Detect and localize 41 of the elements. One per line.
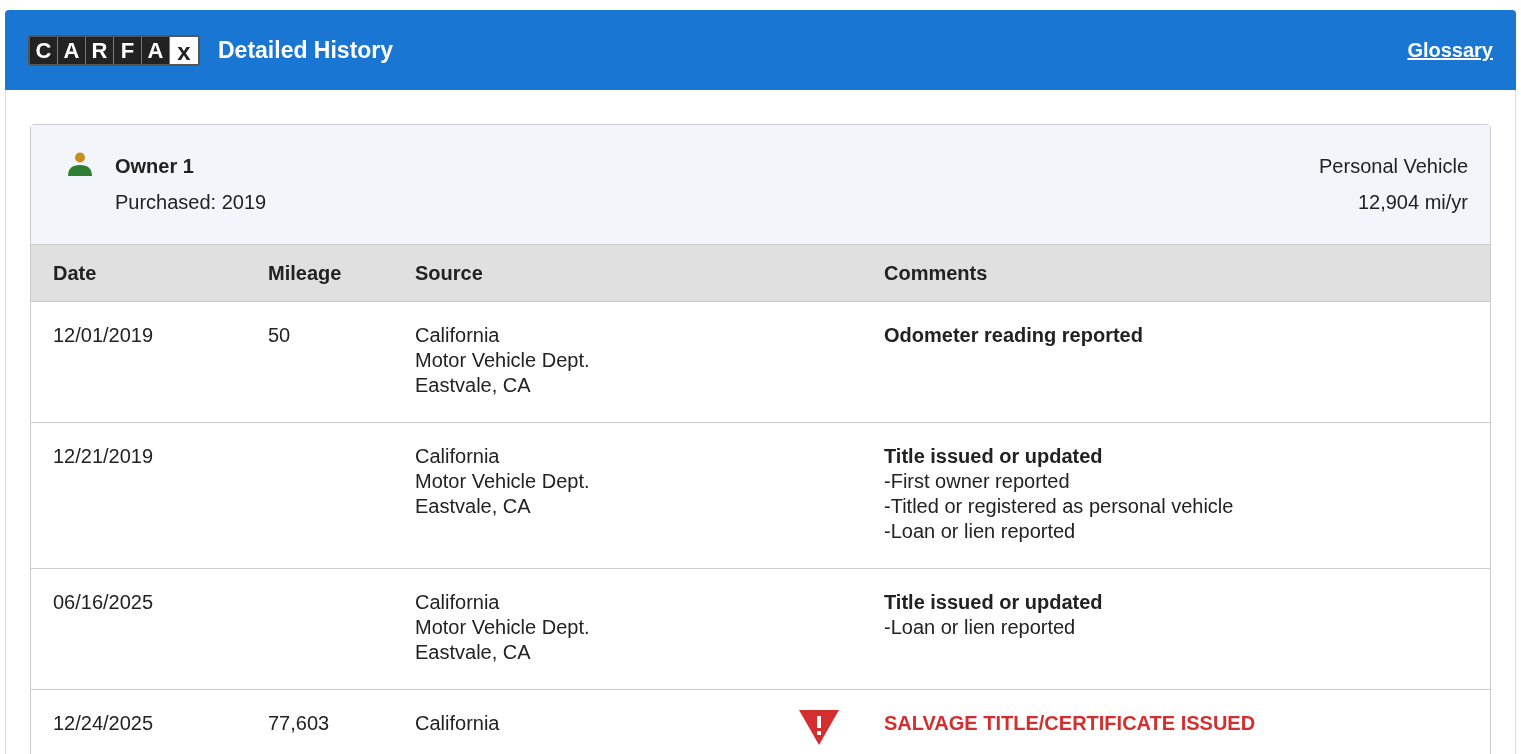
logo-letter: x [170, 36, 198, 64]
person-icon [67, 151, 93, 177]
glossary-link[interactable]: Glossary [1407, 35, 1493, 65]
comment-line: -Titled or registered as personal vehicle [884, 494, 1234, 519]
source-line: Eastvale, CA [415, 640, 532, 665]
comment-line: -Loan or lien reported [884, 519, 1077, 544]
annual-mileage: 12,904 mi/yr [1357, 190, 1468, 215]
comment-line: -Loan or lien reported [884, 615, 1077, 640]
source-line: Motor Vehicle Dept. [415, 469, 591, 494]
logo-letter: C [30, 36, 58, 64]
comment-title: Title issued or updated [884, 590, 1103, 615]
source-line: California [415, 711, 501, 736]
comment-title: Title issued or updated [884, 444, 1104, 469]
date-cell-text: 12/24/2025 [52, 711, 155, 736]
header-title: Detailed History [218, 35, 394, 65]
comment-title: SALVAGE TITLE/CERTIFICATE ISSUED [884, 711, 1256, 736]
column-header: Mileage [268, 261, 343, 286]
date-cell-text: 12/01/2019 [52, 323, 155, 348]
source-line: California [415, 323, 501, 348]
source-line: Motor Vehicle Dept. [415, 348, 591, 373]
date-cell-text: 06/16/2025 [52, 590, 155, 615]
source-line: Eastvale, CA [415, 373, 532, 398]
date-cell-text: 12/21/2019 [52, 444, 155, 469]
source-line: California [415, 444, 501, 469]
logo-letter: R [86, 36, 114, 64]
logo-letter: F [114, 36, 142, 64]
comment-line: -First owner reported [884, 469, 1071, 494]
vehicle-use: Personal Vehicle [1319, 154, 1468, 179]
purchase-year: Purchased: 2019 [115, 190, 267, 215]
warning-icon [798, 709, 840, 745]
column-header: Date [52, 261, 98, 286]
comment-title: Odometer reading reported [884, 323, 1143, 348]
logo-letter: A [58, 36, 86, 64]
mileage-cell: 77,603 [268, 712, 330, 734]
source-line: Eastvale, CA [415, 494, 532, 519]
source-line: Motor Vehicle Dept. [415, 615, 591, 640]
source-line: California [415, 590, 501, 615]
owner-name: Owner 1 [115, 154, 195, 179]
mileage-cell: 50 [268, 324, 291, 346]
column-header: Comments [884, 261, 988, 286]
column-header: Source [415, 261, 484, 286]
